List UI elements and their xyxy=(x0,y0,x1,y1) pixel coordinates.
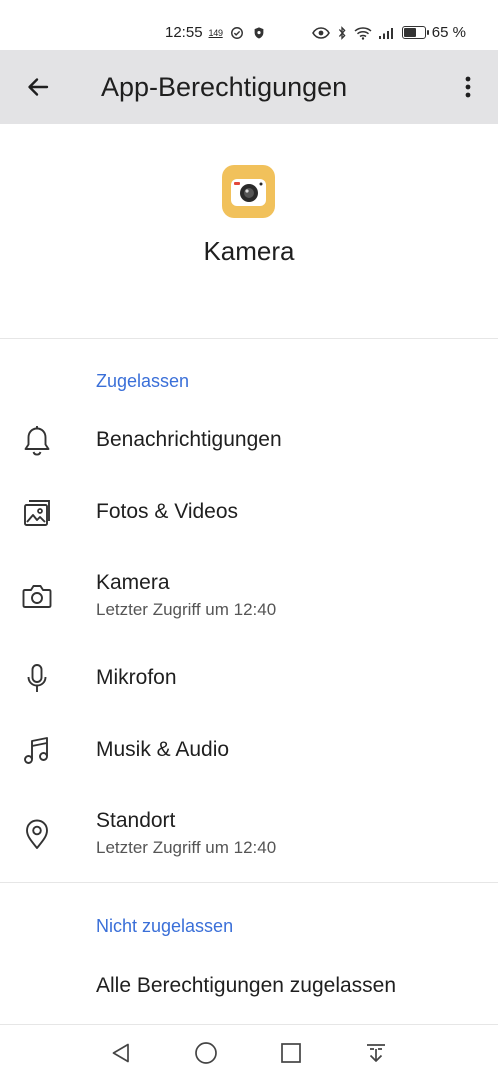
bluetooth-icon xyxy=(338,25,346,40)
battery-icon xyxy=(401,26,429,39)
permission-title: Benachrichtigungen xyxy=(96,428,282,451)
permission-title: Alle Berechtigungen zugelassen xyxy=(96,974,397,997)
camera-icon xyxy=(20,579,54,613)
section-header-allowed: Zugelassen xyxy=(96,371,190,391)
permission-row-notifications[interactable]: Benachrichtigungen xyxy=(0,405,498,477)
battery-fill xyxy=(403,28,417,37)
nav-recents-icon xyxy=(281,1043,301,1063)
navigation-bar xyxy=(0,1026,498,1080)
permission-title: Fotos & Videos xyxy=(96,500,239,523)
permission-title: Standort xyxy=(96,809,176,832)
all-permissions-allowed-row[interactable]: Alle Berechtigungen zugelassen xyxy=(0,951,498,1023)
photo-icon xyxy=(20,496,54,530)
nav-recents-button[interactable] xyxy=(276,1038,306,1068)
wifi-icon xyxy=(354,26,372,40)
permission-row-microphone[interactable]: Mikrofon xyxy=(0,643,498,715)
battery-percent: 65 % xyxy=(431,24,466,41)
nav-back-icon xyxy=(112,1043,129,1063)
status-right: 65 % xyxy=(311,24,466,41)
microphone-icon xyxy=(20,662,54,696)
permission-row-camera[interactable]: Kamera Letzter Zugriff um 12:40 xyxy=(0,549,498,643)
arrow-left-icon xyxy=(28,78,49,96)
status-time: 12:55 xyxy=(165,24,203,41)
divider xyxy=(0,338,498,339)
nav-home-icon xyxy=(195,1042,217,1064)
section-header-not-allowed: Nicht zugelassen xyxy=(96,916,234,936)
app-bar: App-Berechtigungen xyxy=(0,50,498,124)
permission-title: Kamera xyxy=(96,571,170,594)
permission-title: Musik & Audio xyxy=(96,738,230,761)
status-left: 12:55 149 xyxy=(165,24,267,41)
nav-home-button[interactable] xyxy=(191,1038,221,1068)
app-name: Kamera xyxy=(203,236,295,266)
bell-icon xyxy=(20,424,54,458)
signal-icon xyxy=(378,27,393,39)
divider xyxy=(0,1024,498,1025)
status-bar: 12:55 149 65 % xyxy=(0,0,498,50)
nav-notifications-icon xyxy=(367,1044,385,1062)
location-icon xyxy=(20,817,54,851)
divider xyxy=(0,882,498,883)
shield-icon xyxy=(254,26,264,39)
back-button[interactable] xyxy=(18,67,58,107)
permission-row-location[interactable]: Standort Letzter Zugriff um 12:40 xyxy=(0,787,498,881)
overflow-menu-button[interactable] xyxy=(456,67,480,107)
permission-title: Mikrofon xyxy=(96,666,177,689)
nav-notifications-button[interactable] xyxy=(361,1038,391,1068)
permission-subtitle: Letzter Zugriff um 12:40 xyxy=(96,838,277,857)
permission-subtitle: Letzter Zugriff um 12:40 xyxy=(96,600,277,619)
permission-row-music[interactable]: Musik & Audio xyxy=(0,715,498,787)
permission-row-photos[interactable]: Fotos & Videos xyxy=(0,477,498,549)
camera-app-icon xyxy=(222,165,275,218)
nav-back-button[interactable] xyxy=(106,1038,136,1068)
page-title: App-Berechtigungen xyxy=(101,72,348,102)
more-vert-icon xyxy=(465,76,471,98)
check-circle-icon xyxy=(230,26,243,39)
music-note-icon xyxy=(20,734,54,768)
notification-count: 149 xyxy=(208,27,223,38)
eye-icon xyxy=(311,26,330,39)
